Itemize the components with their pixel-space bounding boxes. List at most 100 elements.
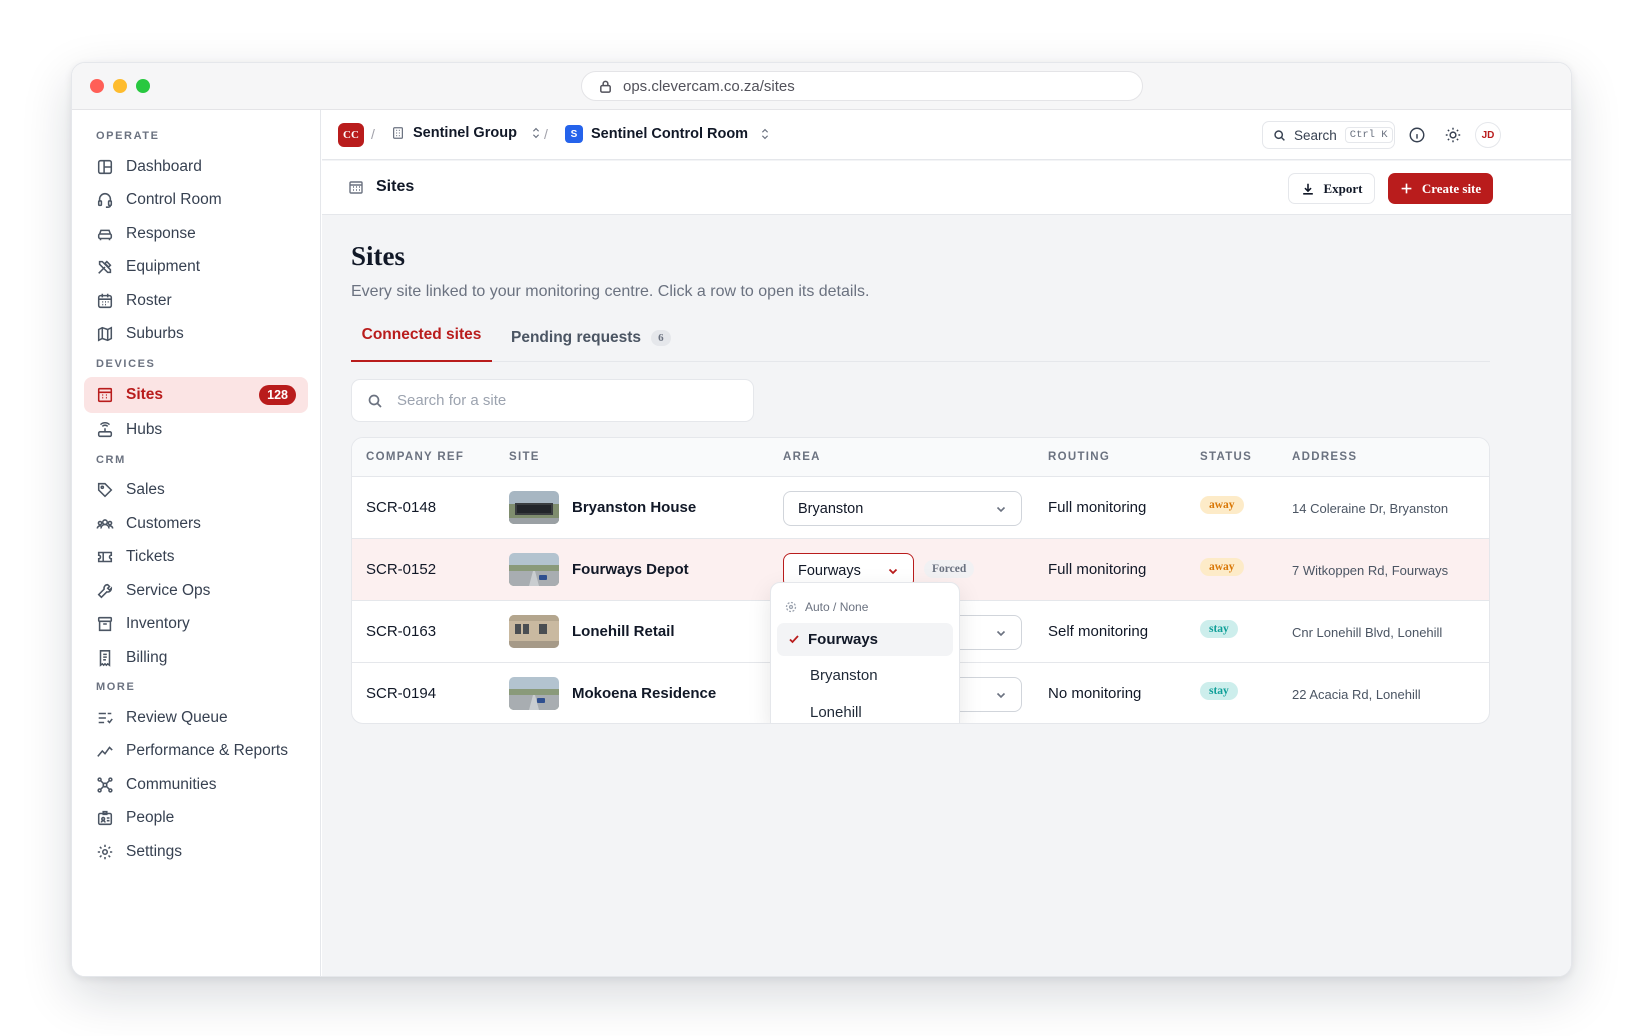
sidebar-item-label: Customers xyxy=(126,515,201,532)
sidebar-item-label: Dashboard xyxy=(126,158,202,175)
org-logo[interactable]: CC xyxy=(338,123,364,147)
sidebar-item-sites[interactable]: Sites 128 xyxy=(84,377,308,413)
address-bar[interactable]: ops.clevercam.co.za/sites xyxy=(581,71,1143,101)
site-search-input[interactable] xyxy=(397,392,727,409)
sidebar-item-equipment[interactable]: Equipment xyxy=(84,249,308,285)
column-header-routing[interactable]: ROUTING xyxy=(1048,451,1110,463)
site-thumbnail xyxy=(509,615,559,648)
sidebar-item-service-ops[interactable]: Service Ops xyxy=(84,573,308,609)
sidebar-item-inventory[interactable]: Inventory xyxy=(84,606,308,642)
browser-window: ops.clevercam.co.za/sites OPERATE Dashbo… xyxy=(71,62,1572,977)
global-search-button[interactable]: Search Ctrl K xyxy=(1262,121,1395,149)
create-site-button[interactable]: Create site xyxy=(1388,173,1493,204)
sidebar-item-people[interactable]: People xyxy=(84,800,308,836)
maximize-window-button[interactable] xyxy=(136,79,150,93)
site-search-field[interactable] xyxy=(351,379,754,422)
trend-icon xyxy=(97,746,113,757)
column-header-company-ref[interactable]: COMPANY REF xyxy=(366,451,464,463)
sidebar-item-dashboard[interactable]: Dashboard xyxy=(84,149,308,185)
network-icon xyxy=(97,777,113,793)
column-header-status[interactable]: STATUS xyxy=(1200,451,1252,463)
tab-pending-requests[interactable]: Pending requests 6 xyxy=(511,329,671,347)
table-row[interactable]: SCR-0148 Bryanston House Bryanston Full … xyxy=(352,477,1489,539)
nav-section-devices: DEVICES xyxy=(96,358,156,370)
dropdown-auto-option[interactable]: Auto / None xyxy=(785,600,868,614)
toolbar-title: Sites xyxy=(348,178,414,196)
sidebar: OPERATE Dashboard Control Room Response … xyxy=(72,110,321,976)
main-area: CC / Sentinel Group / S Sentinel Control… xyxy=(322,110,1571,976)
site-name: Bryanston House xyxy=(572,499,697,516)
sidebar-item-communities[interactable]: Communities xyxy=(84,767,308,803)
routing-value: No monitoring xyxy=(1048,685,1142,702)
ticket-icon xyxy=(97,551,113,563)
sidebar-item-hubs[interactable]: Hubs xyxy=(84,412,308,448)
dropdown-option[interactable]: Bryanston xyxy=(777,659,953,692)
dropdown-option[interactable]: Lonehill xyxy=(777,696,953,723)
pending-count-badge: 6 xyxy=(651,330,671,346)
sun-icon[interactable] xyxy=(1444,126,1462,144)
breadcrumb-room-switcher[interactable]: S Sentinel Control Room xyxy=(565,125,772,143)
building-icon xyxy=(349,181,363,194)
sites-table: COMPANY REF SITE AREA ROUTING STATUS ADD… xyxy=(351,437,1490,724)
room-badge: S xyxy=(565,125,583,143)
chevron-updown-icon xyxy=(532,127,539,139)
sites-count-badge: 128 xyxy=(259,385,296,405)
option-label: Bryanston xyxy=(810,667,878,684)
sidebar-item-roster[interactable]: Roster xyxy=(84,283,308,319)
routing-value: Full monitoring xyxy=(1048,499,1147,516)
toolbar-title-text: Sites xyxy=(376,178,415,195)
minimize-window-button[interactable] xyxy=(113,79,127,93)
user-avatar[interactable]: JD xyxy=(1475,122,1501,148)
tab-connected-sites[interactable]: Connected sites xyxy=(351,317,492,362)
page-toolbar: Sites Export Create site xyxy=(322,161,1571,215)
company-ref: SCR-0194 xyxy=(366,685,437,702)
sidebar-item-response[interactable]: Response xyxy=(84,216,308,252)
export-label: Export xyxy=(1323,180,1363,196)
headset-icon xyxy=(97,193,113,208)
column-header-area[interactable]: AREA xyxy=(783,451,821,463)
url-text: ops.clevercam.co.za/sites xyxy=(623,77,795,95)
sidebar-item-suburbs[interactable]: Suburbs xyxy=(84,316,308,352)
sidebar-item-control-room[interactable]: Control Room xyxy=(84,182,308,218)
sidebar-item-label: Review Queue xyxy=(126,709,228,726)
sidebar-item-label: Hubs xyxy=(126,421,163,438)
map-icon xyxy=(97,326,113,342)
sidebar-item-label: Communities xyxy=(126,776,217,793)
column-header-address[interactable]: ADDRESS xyxy=(1292,451,1357,463)
sidebar-item-settings[interactable]: Settings xyxy=(84,834,308,870)
layout-icon xyxy=(97,159,113,175)
tab-label: Pending requests xyxy=(511,329,642,346)
sidebar-item-performance-reports[interactable]: Performance & Reports xyxy=(84,733,308,769)
table-header: COMPANY REF SITE AREA ROUTING STATUS ADD… xyxy=(352,438,1489,477)
chevron-down-icon xyxy=(888,568,898,575)
export-button[interactable]: Export xyxy=(1288,173,1375,204)
sidebar-item-billing[interactable]: Billing xyxy=(84,640,308,676)
id-card-icon xyxy=(97,810,113,826)
status-badge: stay xyxy=(1200,620,1238,638)
sidebar-item-label: Control Room xyxy=(126,191,222,208)
download-icon xyxy=(1302,183,1313,195)
gear-icon xyxy=(97,844,113,860)
page-subtitle: Every site linked to your monitoring cen… xyxy=(351,283,870,300)
list-check-icon xyxy=(98,712,113,724)
address-value: 7 Witkoppen Rd, Fourways xyxy=(1292,563,1449,578)
tools-icon xyxy=(98,260,112,274)
area-select[interactable]: Bryanston xyxy=(783,491,1022,526)
address-value: Cnr Lonehill Blvd, Lonehill xyxy=(1292,625,1443,640)
column-header-site[interactable]: SITE xyxy=(509,451,540,463)
nav-section-operate: OPERATE xyxy=(96,130,160,142)
close-window-button[interactable] xyxy=(90,79,104,93)
info-icon[interactable] xyxy=(1408,126,1426,144)
sidebar-item-sales[interactable]: Sales xyxy=(84,472,308,508)
company-ref: SCR-0148 xyxy=(366,499,437,516)
sidebar-item-customers[interactable]: Customers xyxy=(84,506,308,542)
area-value: Fourways xyxy=(798,562,861,579)
sidebar-item-label: Sites xyxy=(126,386,164,403)
breadcrumb-separator: / xyxy=(544,126,548,142)
sidebar-item-tickets[interactable]: Tickets xyxy=(84,539,308,575)
dropdown-option-selected[interactable]: Fourways xyxy=(777,623,953,656)
sidebar-item-review-queue[interactable]: Review Queue xyxy=(84,700,308,736)
router-icon xyxy=(97,422,113,438)
breadcrumb-group-switcher[interactable]: Sentinel Group xyxy=(391,125,543,141)
site-name: Lonehill Retail xyxy=(572,623,675,640)
